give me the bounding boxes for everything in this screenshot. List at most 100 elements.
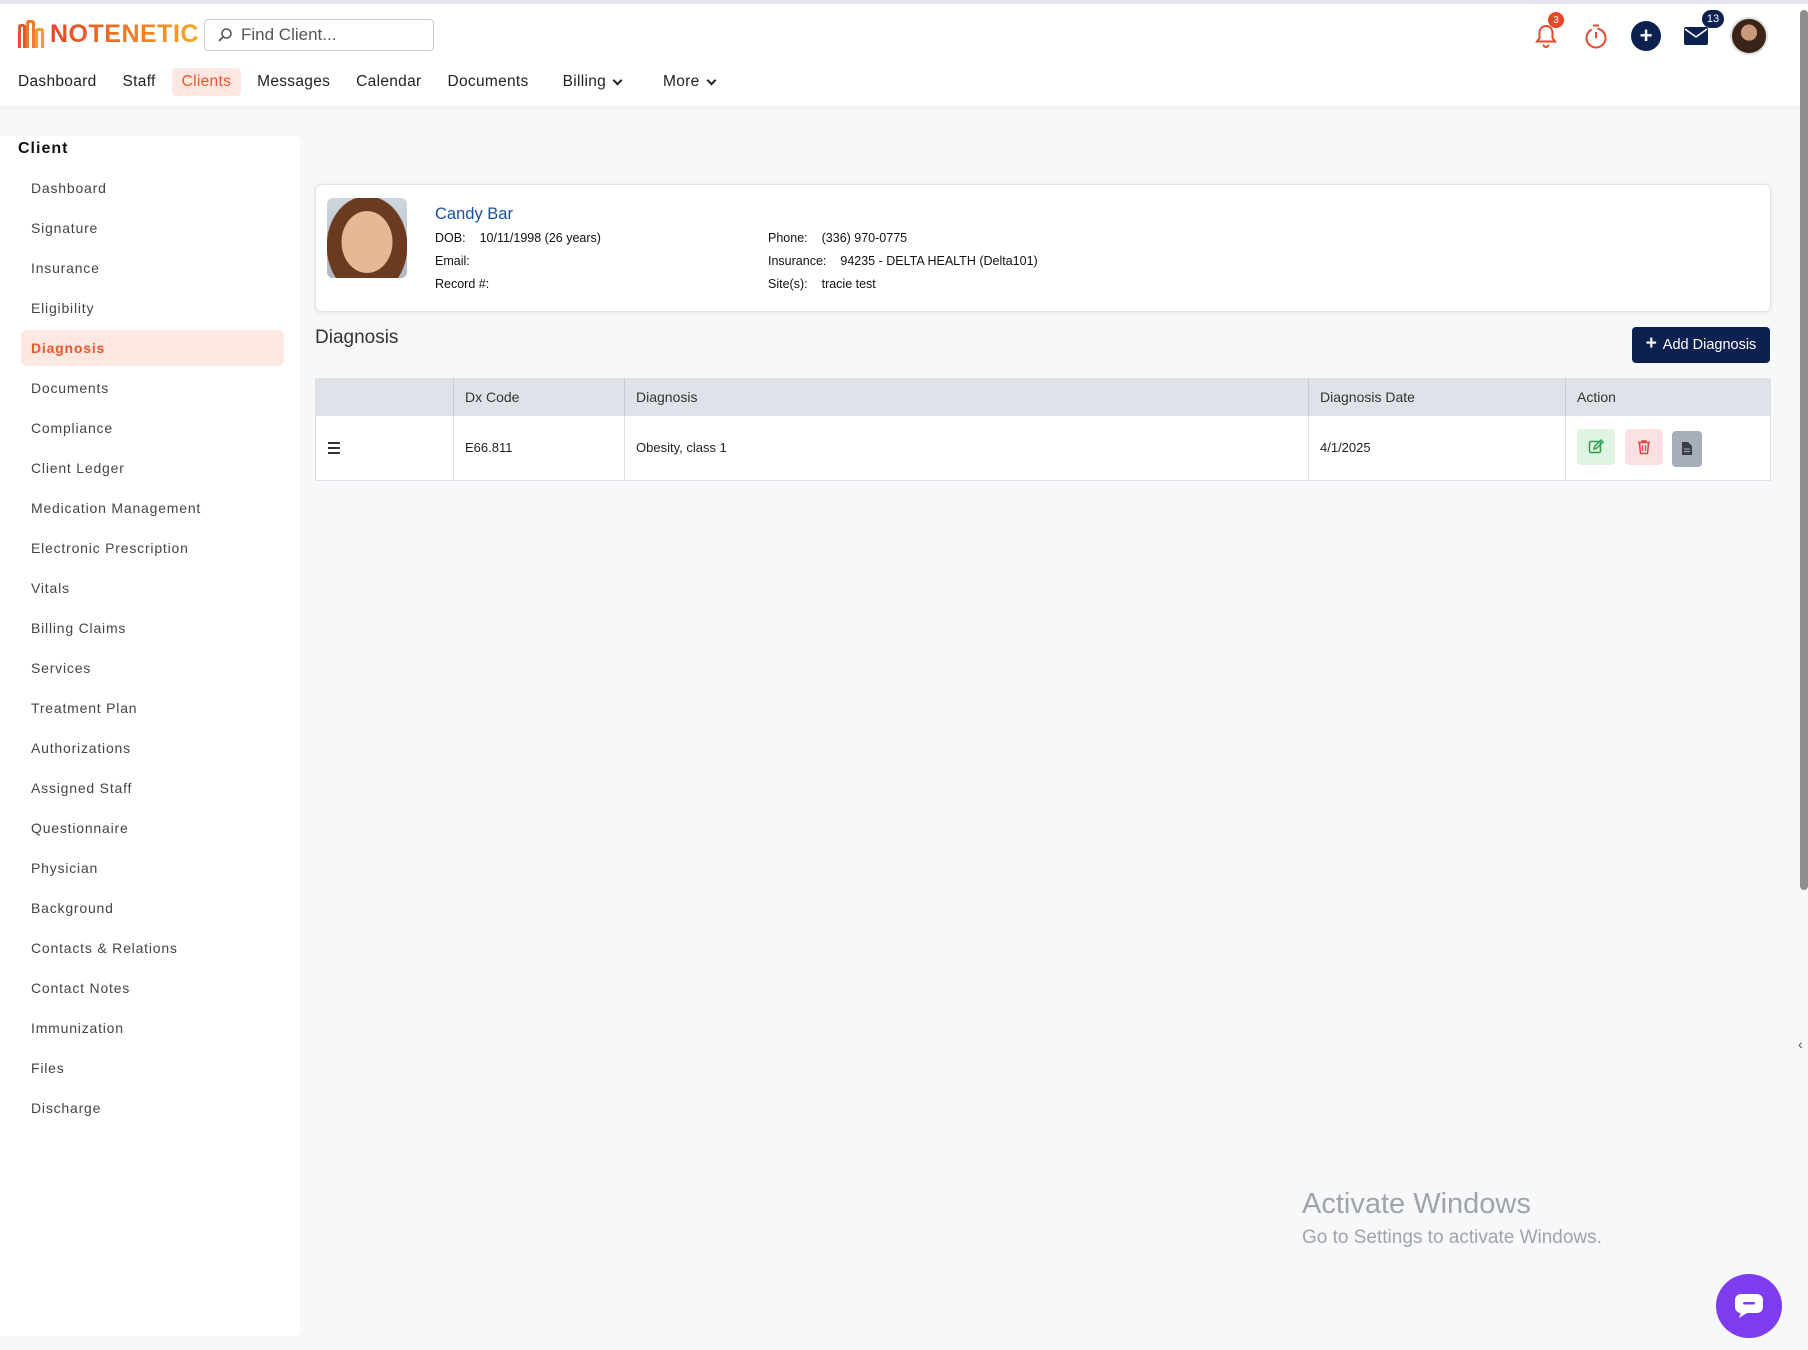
col-drag	[315, 378, 454, 416]
sidebar-item-insurance[interactable]: Insurance	[21, 250, 284, 286]
client-sidebar: Client Dashboard Signature Insurance Eli…	[0, 136, 300, 1336]
user-avatar[interactable]	[1730, 17, 1768, 55]
document-button[interactable]	[1672, 430, 1703, 467]
nav-dashboard[interactable]: Dashboard	[8, 68, 107, 96]
find-client-search[interactable]	[204, 19, 434, 51]
plus-icon: +	[1645, 333, 1657, 354]
nav-label: More	[663, 73, 700, 90]
app-logo[interactable]: NOTENETIC	[18, 18, 199, 50]
sidebar-item-compliance[interactable]: Compliance	[21, 410, 284, 446]
nav-clients[interactable]: Clients	[171, 68, 242, 96]
col-diagnosis-date[interactable]: Diagnosis Date	[1308, 378, 1566, 416]
nav-more[interactable]: More	[653, 68, 725, 96]
insurance-value: 94235 - DELTA HEALTH (Delta101)	[840, 254, 1038, 268]
nav-label: Calendar	[356, 73, 422, 90]
nav-label: Documents	[447, 73, 529, 90]
search-input[interactable]	[241, 25, 421, 45]
sidebar-item-contacts-relations[interactable]: Contacts & Relations	[21, 930, 284, 966]
nav-documents[interactable]: Documents	[437, 68, 538, 96]
nav-label: Staff	[122, 73, 156, 90]
sidebar-item-electronic-prescription[interactable]: Electronic Prescription	[21, 530, 284, 566]
sidebar-item-physician[interactable]: Physician	[21, 850, 284, 886]
watermark-subtitle: Go to Settings to activate Windows.	[1302, 1227, 1602, 1248]
sidebar-item-contact-notes[interactable]: Contact Notes	[21, 970, 284, 1006]
sidebar-item-files[interactable]: Files	[21, 1050, 284, 1086]
sidebar-item-diagnosis[interactable]: Diagnosis	[21, 330, 284, 366]
sidebar-item-background[interactable]: Background	[21, 890, 284, 926]
sidebar-item-discharge[interactable]: Discharge	[21, 1090, 284, 1126]
sidebar-item-vitals[interactable]: Vitals	[21, 570, 284, 606]
chat-widget-button[interactable]	[1716, 1274, 1782, 1338]
action-cell	[1566, 416, 1771, 481]
col-diagnosis[interactable]: Diagnosis	[624, 378, 1309, 416]
nav-messages[interactable]: Messages	[247, 68, 340, 96]
messages-button[interactable]: 13	[1680, 10, 1724, 56]
phone-label: Phone:	[768, 231, 808, 245]
email-row: Email:	[435, 254, 484, 268]
diagnosis-section-title: Diagnosis	[315, 327, 399, 348]
sidebar-item-dashboard[interactable]: Dashboard	[21, 170, 284, 206]
col-dx-code[interactable]: Dx Code	[453, 378, 625, 416]
page-scrollbar[interactable]	[1800, 10, 1808, 890]
logo-mark-icon	[18, 20, 46, 48]
nav-label: Billing	[562, 73, 607, 90]
timer-button[interactable]	[1580, 16, 1612, 56]
main-nav: Dashboard Staff Clients Messages Calenda…	[8, 68, 725, 96]
client-photo	[327, 198, 407, 278]
sidebar-item-services[interactable]: Services	[21, 650, 284, 686]
sidebar-item-client-ledger[interactable]: Client Ledger	[21, 450, 284, 486]
sidebar-item-questionnaire[interactable]: Questionnaire	[21, 810, 284, 846]
top-header: NOTENETIC 3 + 13 Dashboard Staff Clients…	[0, 0, 1808, 106]
trash-icon	[1637, 440, 1650, 455]
document-icon	[1682, 442, 1693, 455]
nav-billing[interactable]: Billing	[553, 68, 631, 96]
phone-value: (336) 970-0775	[821, 231, 908, 245]
nav-label: Dashboard	[18, 73, 97, 90]
chevron-down-icon	[612, 75, 623, 85]
sidebar-menu: Dashboard Signature Insurance Eligibilit…	[21, 170, 284, 1130]
notifications-button[interactable]: 3	[1530, 12, 1564, 56]
sidebar-item-signature[interactable]: Signature	[21, 210, 284, 246]
messages-badge: 13	[1702, 10, 1724, 28]
stopwatch-icon	[1585, 24, 1607, 49]
email-label: Email:	[435, 254, 470, 268]
diagnosis-table: Dx Code Diagnosis Diagnosis Date Action …	[315, 378, 1771, 481]
table-header-row: Dx Code Diagnosis Diagnosis Date Action	[315, 378, 1771, 416]
table-row: E66.811 Obesity, class 1 4/1/2025	[315, 415, 1771, 481]
nav-label: Clients	[181, 73, 232, 90]
add-diagnosis-button[interactable]: + Add Diagnosis	[1632, 327, 1770, 363]
notifications-badge: 3	[1548, 12, 1564, 28]
add-diagnosis-label: Add Diagnosis	[1662, 337, 1757, 353]
logo-text: NOTENETIC	[50, 19, 199, 48]
chevron-left-icon[interactable]: ‹	[1798, 1036, 1808, 1052]
sidebar-item-treatment-plan[interactable]: Treatment Plan	[21, 690, 284, 726]
sidebar-item-immunization[interactable]: Immunization	[21, 1010, 284, 1046]
search-icon	[218, 28, 232, 42]
drag-handle-icon[interactable]	[328, 441, 340, 454]
plus-icon: +	[1631, 21, 1661, 51]
watermark-title: Activate Windows	[1302, 1188, 1531, 1220]
envelope-icon	[1684, 27, 1708, 45]
nav-calendar[interactable]: Calendar	[346, 68, 431, 96]
edit-icon	[1588, 439, 1604, 454]
nav-staff[interactable]: Staff	[113, 68, 166, 96]
sidebar-item-documents[interactable]: Documents	[21, 370, 284, 406]
sidebar-item-authorizations[interactable]: Authorizations	[21, 730, 284, 766]
client-name-link[interactable]: Candy Bar	[435, 205, 513, 224]
sidebar-item-eligibility[interactable]: Eligibility	[21, 290, 284, 326]
dob-label: DOB:	[435, 231, 466, 245]
edit-button[interactable]	[1577, 429, 1615, 465]
sidebar-item-medication-management[interactable]: Medication Management	[21, 490, 284, 526]
delete-button[interactable]	[1624, 429, 1663, 465]
insurance-label: Insurance:	[768, 254, 827, 268]
sidebar-item-assigned-staff[interactable]: Assigned Staff	[21, 770, 284, 806]
windows-activation-watermark: Activate Windows Go to Settings to activ…	[1302, 1188, 1602, 1249]
record-label: Record #:	[435, 277, 490, 291]
sidebar-title: Client	[18, 140, 69, 157]
insurance-row: Insurance: 94235 - DELTA HEALTH (Delta10…	[768, 254, 1038, 268]
client-summary-card: Candy Bar DOB: 10/11/1998 (26 years) Ema…	[315, 184, 1771, 312]
chat-bubble-icon	[1735, 1294, 1763, 1318]
sites-value: tracie test	[821, 277, 876, 291]
quick-add-button[interactable]: +	[1630, 16, 1662, 56]
sidebar-item-billing-claims[interactable]: Billing Claims	[21, 610, 284, 646]
